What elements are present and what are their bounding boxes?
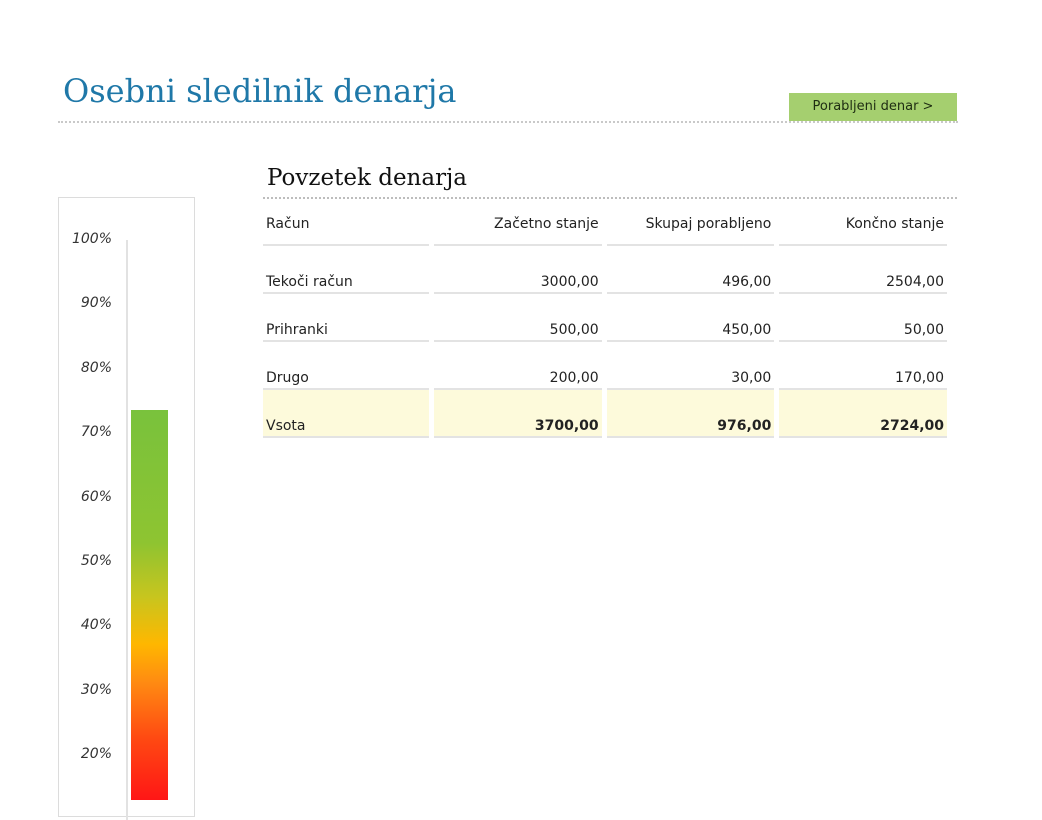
spent-cell: 450,00 [606,294,775,342]
account-cell: Prihranki [263,294,429,342]
start-balance-cell: 3000,00 [434,246,602,294]
table-row: Prihranki 500,00 450,00 50,00 [263,294,947,342]
gauge-axis [126,240,128,820]
spent-cell: 30,00 [606,342,775,390]
page-title: Osebni sledilnik denarja [63,72,457,110]
end-balance-cell: 50,00 [779,294,947,342]
spent-cell: 496,00 [606,246,775,294]
end-balance-cell: 170,00 [779,342,947,390]
total-label-cell: Vsota [263,390,429,438]
summary-divider [263,197,957,199]
summary-table: Račun Začetno stanje Skupaj porabljeno K… [258,204,952,438]
start-balance-cell: 500,00 [434,294,602,342]
table-row: Tekoči račun 3000,00 496,00 2504,00 [263,246,947,294]
account-cell: Drugo [263,342,429,390]
total-end-balance-cell: 2724,00 [779,390,947,438]
gauge-tick-label: 40% [80,617,112,634]
summary-title: Povzetek denarja [267,165,467,191]
gauge-tick-label: 70% [80,424,112,441]
total-row: Vsota 3700,00 976,00 2724,00 [263,390,947,438]
column-header-account: Račun [263,204,429,246]
end-balance-cell: 2504,00 [779,246,947,294]
gauge-tick-label: 60% [80,488,112,505]
gauge-tick-label: 30% [80,681,112,698]
total-start-balance-cell: 3700,00 [434,390,602,438]
account-cell: Tekoči račun [263,246,429,294]
column-header-end-balance: Končno stanje [779,204,947,246]
spent-money-nav-button[interactable]: Porabljeni denar > [789,93,957,121]
header-divider [58,121,958,123]
gauge-tick-label: 20% [80,746,112,763]
table-header-row: Račun Začetno stanje Skupaj porabljeno K… [263,204,947,246]
total-spent-cell: 976,00 [606,390,775,438]
start-balance-cell: 200,00 [434,342,602,390]
gauge-tick-label: 100% [71,231,112,247]
gauge-level-bar [131,410,168,800]
column-header-start-balance: Začetno stanje [434,204,602,246]
column-header-total-spent: Skupaj porabljeno [606,204,775,246]
gauge-tick-label: 90% [80,295,112,312]
table-row: Drugo 200,00 30,00 170,00 [263,342,947,390]
gauge-tick-label: 80% [80,359,112,376]
gauge-tick-label: 50% [80,553,112,569]
